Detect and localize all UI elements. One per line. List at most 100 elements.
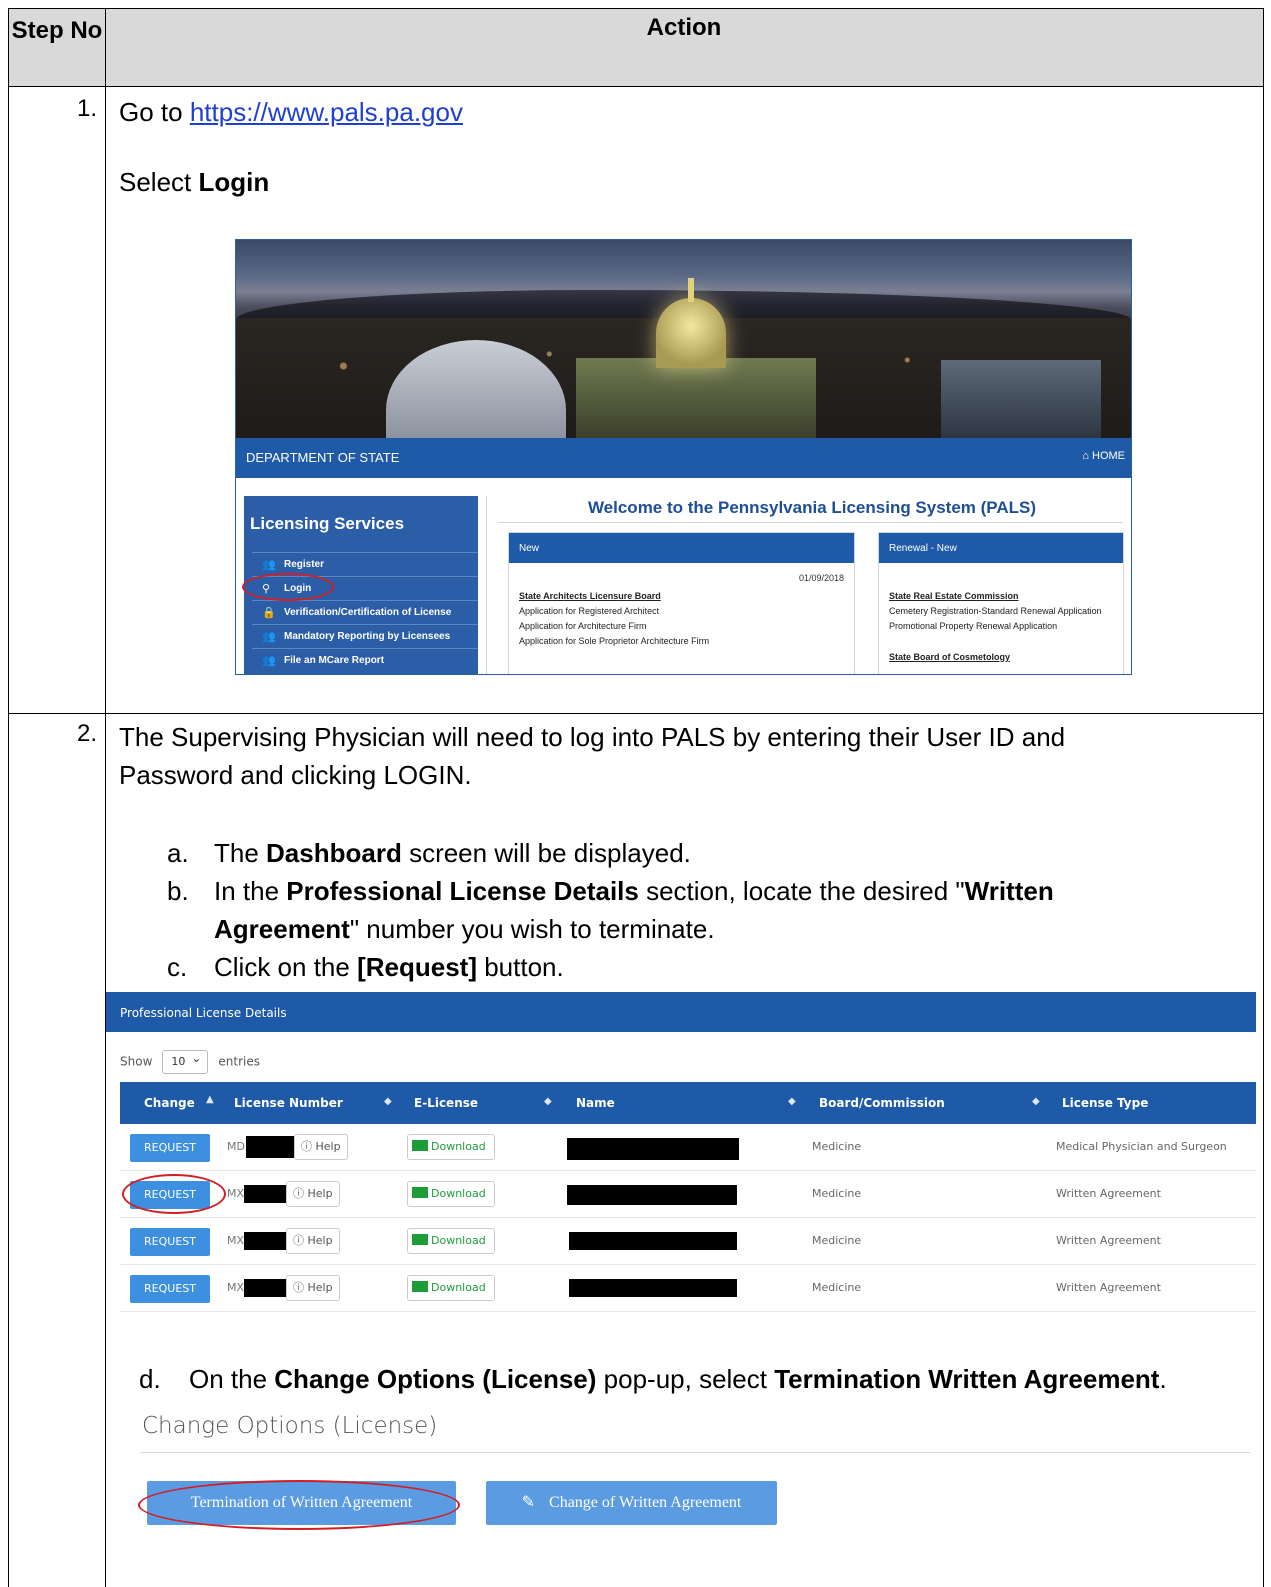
harrisburg-skyline-photo [236, 240, 1131, 438]
request-button[interactable]: REQUEST [130, 1228, 210, 1256]
download-button[interactable]: Download [407, 1275, 495, 1301]
change-button-label: Change of Written Agreement [549, 1494, 742, 1511]
redacted-license-number [244, 1279, 286, 1297]
menu-label: Mandatory Reporting by Licensees [284, 631, 451, 642]
new-board-link[interactable]: State Architects Licensure Board [519, 589, 709, 604]
col-license-type[interactable]: License Type [1062, 1096, 1148, 1110]
col-name[interactable]: Name [576, 1096, 615, 1110]
pals-homepage-screenshot: DEPARTMENT OF STATE ⌂ HOME Licensing Ser… [235, 239, 1132, 675]
redacted-name [567, 1138, 739, 1160]
col-e-license[interactable]: E-License [414, 1096, 478, 1110]
help-button[interactable]: ⓘ Help [286, 1275, 340, 1301]
request-button[interactable]: REQUEST [130, 1275, 210, 1303]
license-type-cell: Written Agreement [1056, 1187, 1161, 1200]
download-button[interactable]: Download [407, 1181, 495, 1207]
text: screen will be displayed. [401, 838, 691, 868]
column-divider [105, 87, 106, 713]
menu-mandatory-reporting[interactable]: 👥 Mandatory Reporting by Licensees [252, 624, 478, 648]
help-button[interactable]: ⓘ Help [286, 1181, 340, 1207]
text: Click on the [214, 952, 358, 982]
renewal-board2-link[interactable]: State Board of Cosmetology [889, 650, 1102, 665]
substep-d-marker: d. [139, 1364, 161, 1394]
menu-label: Verification/Certification of License [284, 607, 452, 618]
entries-select[interactable]: 10 [162, 1050, 209, 1074]
panel-divider [486, 496, 487, 674]
renewal-board-link[interactable]: State Real Estate Commission [889, 589, 1102, 604]
redacted-license-number [244, 1232, 286, 1250]
license-type-cell: Written Agreement [1056, 1234, 1161, 1247]
sort-icon: ◆ [384, 1096, 392, 1107]
menu-label: File an MCare Report [284, 655, 385, 666]
termination-highlight-oval [138, 1480, 460, 1530]
goto-prefix: Go to [119, 97, 190, 127]
request-button[interactable]: REQUEST [130, 1134, 210, 1162]
redacted-name [567, 1185, 737, 1205]
license-card-icon [412, 1187, 428, 1198]
header-step-no: Step No [11, 17, 103, 44]
change-options-bold: Change Options (License) [274, 1364, 597, 1394]
redacted-name [569, 1232, 737, 1250]
login-highlight-oval [242, 573, 334, 601]
department-title: DEPARTMENT OF STATE [246, 450, 400, 465]
request-bold: [Request] [357, 952, 477, 982]
substep-a: The Dashboard screen will be displayed. [214, 834, 691, 872]
text: section, locate the desired " [638, 876, 965, 906]
request-highlight-oval [122, 1174, 226, 1214]
text: The [214, 838, 267, 868]
text: . [1159, 1364, 1167, 1394]
board-cell: Medicine [812, 1281, 862, 1294]
goto-line: Go to https://www.pals.pa.gov [119, 93, 463, 131]
change-options-title: Change Options (License) [142, 1413, 438, 1439]
people-icon: 👥 [262, 655, 276, 667]
col-license-number[interactable]: License Number [234, 1096, 343, 1110]
download-button[interactable]: Download [407, 1228, 495, 1254]
license-prefix: MX [227, 1187, 245, 1200]
change-options-rule [140, 1452, 1250, 1453]
new-box-date: 01/09/2018 [798, 573, 844, 583]
board-cell: Medicine [812, 1140, 862, 1153]
board-cell: Medicine [812, 1187, 862, 1200]
sort-icon: ◆ [544, 1096, 552, 1107]
help-button[interactable]: ⓘ Help [294, 1134, 348, 1160]
download-button[interactable]: Download [407, 1134, 495, 1160]
pld-title-bar: Professional License Details [106, 992, 1256, 1032]
people-icon: 👥 [262, 631, 276, 643]
download-label: Download [431, 1187, 486, 1200]
substep-c: Click on the [Request] button. [214, 948, 564, 986]
instruction-table: Step No Action 1. Go to https://www.pals… [8, 8, 1264, 1587]
sort-icon: ◆ [1032, 1096, 1040, 1107]
download-label: Download [431, 1234, 486, 1247]
renewal-box-header: Renewal - New [879, 533, 1123, 563]
license-type-cell: Medical Physician and Surgeon [1056, 1140, 1227, 1153]
substep-b: In the Professional License Details sect… [214, 872, 1174, 948]
license-prefix: MX [227, 1234, 245, 1247]
license-card-icon [412, 1281, 428, 1292]
board-cell: Medicine [812, 1234, 862, 1247]
substep-c-marker: c. [167, 952, 188, 982]
text: button. [476, 952, 564, 982]
menu-verification[interactable]: 🔒 Verification/Certification of License [252, 600, 478, 624]
show-label: Show [120, 1054, 153, 1069]
new-box: New 01/09/2018 State Architects Licensur… [508, 532, 855, 674]
substep-a-marker: a. [167, 838, 189, 868]
professional-license-details-screenshot: Professional License Details Show 10 entri… [106, 992, 1256, 1312]
entries-control: Show 10 entries [120, 1050, 260, 1074]
change-written-agreement-button[interactable]: ✎ Change of Written Agreement [486, 1481, 777, 1525]
header-action: Action [646, 14, 722, 41]
new-item: Application for Registered Architect [519, 606, 660, 616]
sort-asc-icon: ▲ [206, 1094, 214, 1105]
menu-mcare-report[interactable]: 👥 File an MCare Report [252, 648, 478, 672]
table-row-step-1: 1. Go to https://www.pals.pa.gov Select … [9, 87, 1263, 714]
help-button[interactable]: ⓘ Help [286, 1228, 340, 1254]
pals-url-link[interactable]: https://www.pals.pa.gov [190, 97, 463, 127]
table-row: REQUEST MX ⓘ Help Download Medicine Writ… [120, 1171, 1256, 1218]
license-card-icon [412, 1140, 428, 1151]
table-header: Step No Action [9, 9, 1263, 87]
col-change[interactable]: Change [144, 1096, 195, 1110]
home-link[interactable]: ⌂ HOME [1082, 450, 1125, 462]
lock-icon: 🔒 [262, 607, 276, 619]
table-row: REQUEST MX ⓘ Help Download Medicine Writ… [120, 1265, 1256, 1312]
welcome-rule [498, 522, 1123, 523]
download-label: Download [431, 1281, 486, 1294]
col-board[interactable]: Board/Commission [819, 1096, 945, 1110]
